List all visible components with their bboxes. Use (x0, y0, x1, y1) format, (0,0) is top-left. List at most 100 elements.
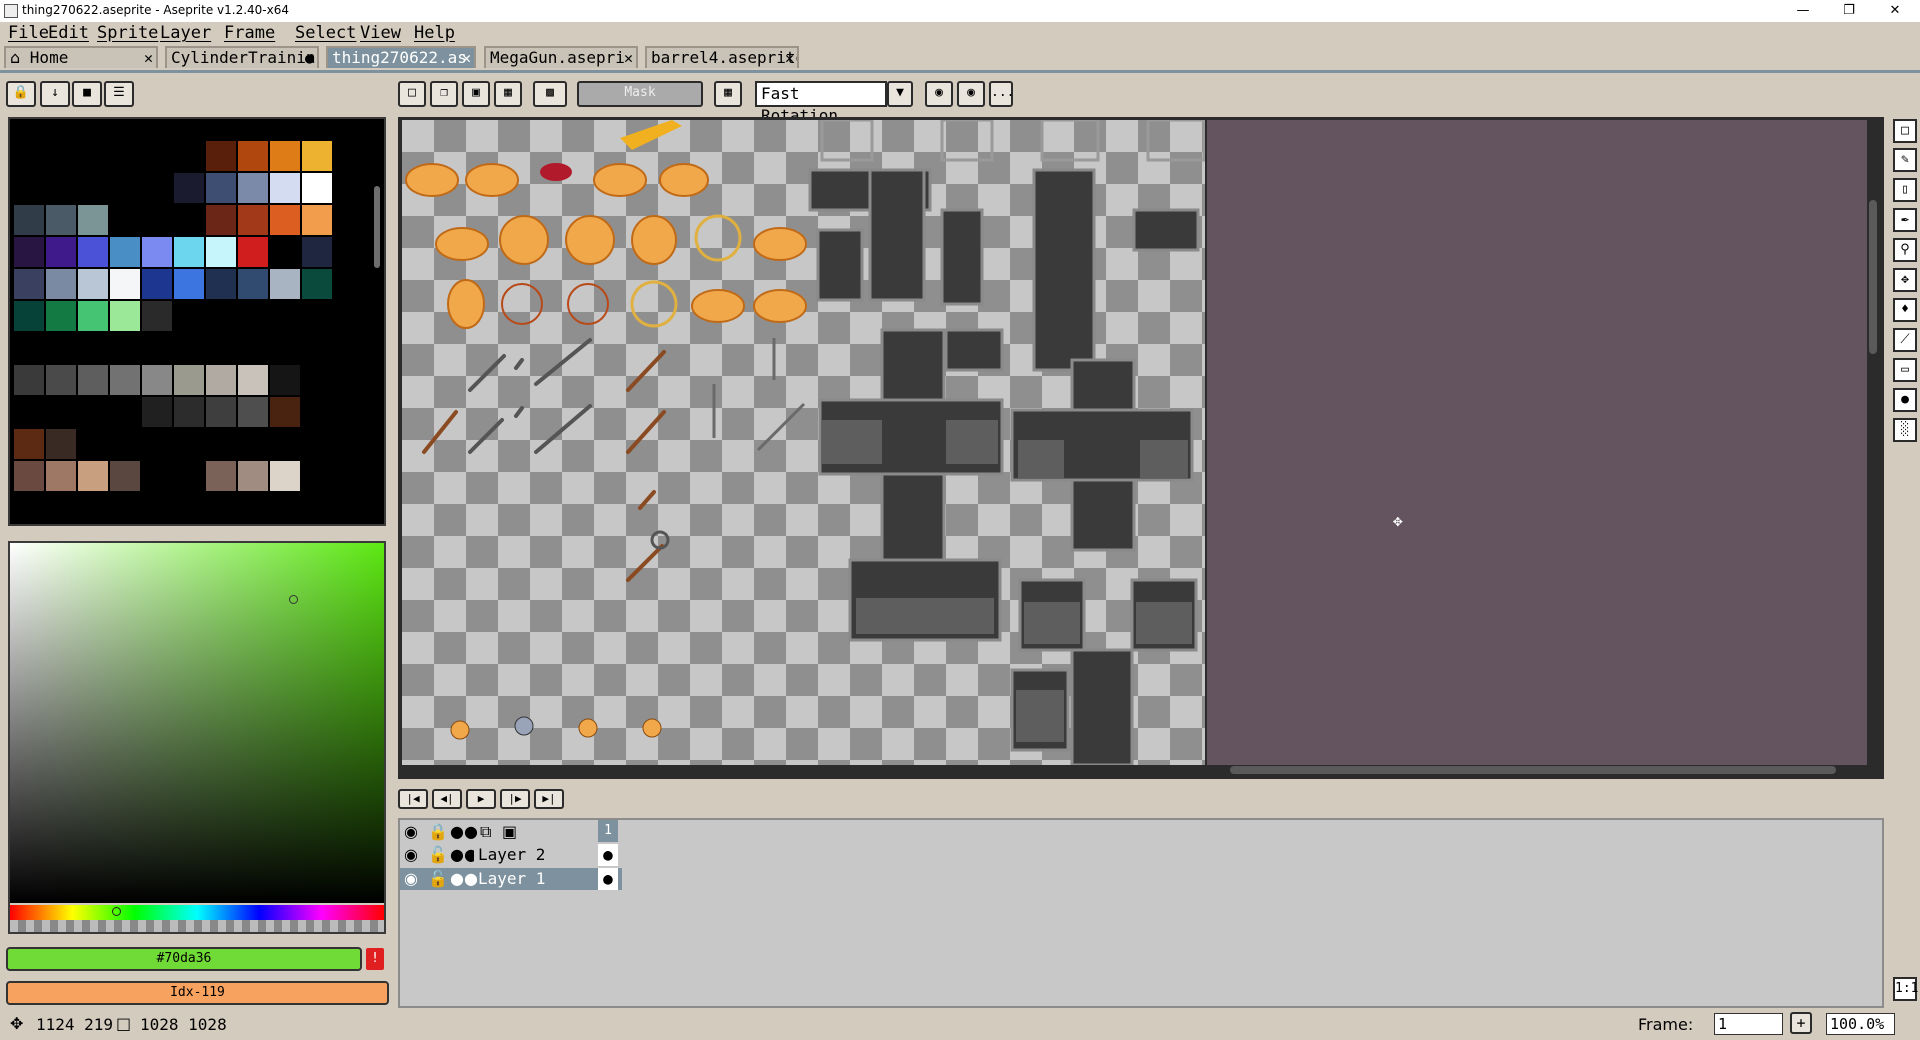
palette-swatch[interactable] (302, 205, 332, 235)
palette-swatch[interactable] (174, 269, 204, 299)
frame-header[interactable]: 1 (598, 820, 618, 842)
palette-swatch[interactable] (238, 269, 268, 299)
restore-button[interactable]: ❐ (1826, 0, 1872, 22)
palette-swatch[interactable] (238, 237, 268, 267)
palette-swatch[interactable] (238, 141, 268, 171)
close-tab-icon[interactable]: ✕ (462, 48, 471, 68)
rectangular-marquee-icon[interactable]: □ (1893, 119, 1917, 143)
frame-input[interactable]: 1 (1714, 1013, 1783, 1035)
menu-layer[interactable]: Layer (160, 22, 211, 44)
layer-row[interactable]: ◉ 🔓 ●● Layer 2 ● (400, 844, 622, 866)
palette-swatch[interactable] (14, 301, 44, 331)
tab-thing270622[interactable]: thing270622.as ✕ (326, 46, 476, 68)
palette-swatch[interactable] (206, 365, 236, 395)
palette-swatch[interactable] (46, 269, 76, 299)
palette-swatch[interactable] (110, 301, 140, 331)
contour-icon[interactable]: ● (1893, 388, 1917, 412)
palette-swatch[interactable] (110, 461, 140, 491)
mask-toggle-button[interactable]: Mask (577, 81, 703, 107)
hue-slider[interactable] (10, 905, 384, 920)
palette-swatch[interactable] (302, 269, 332, 299)
cel-icon[interactable]: ● (598, 868, 618, 890)
selection-intersect-icon[interactable]: ▦ (494, 81, 522, 107)
menu-edit[interactable]: Edit (48, 22, 89, 44)
palette-swatch[interactable] (174, 365, 204, 395)
palette-scrollbar[interactable] (374, 186, 380, 268)
palette-swatch[interactable] (142, 365, 172, 395)
transform-icon[interactable]: ◉ (957, 81, 985, 107)
selection-subtract-icon[interactable]: ▣ (462, 81, 490, 107)
menu-file[interactable]: File (8, 22, 49, 44)
palette-presets-icon[interactable]: ■ (72, 81, 102, 107)
palette-swatch[interactable] (238, 173, 268, 203)
saturation-value-area[interactable] (10, 543, 384, 903)
palette-swatch[interactable] (46, 461, 76, 491)
lock-icon[interactable]: 🔓 (428, 845, 448, 864)
palette-swatch[interactable] (206, 205, 236, 235)
palette-options-icon[interactable]: ☰ (104, 81, 134, 107)
onion-skin-icon[interactable]: ●● (450, 822, 478, 841)
close-tab-icon[interactable]: ✕ (785, 48, 794, 68)
palette-swatch[interactable] (142, 237, 172, 267)
palette-swatch[interactable] (110, 269, 140, 299)
zoom-input[interactable]: 100.0% (1826, 1013, 1895, 1035)
palette-swatch[interactable] (174, 237, 204, 267)
palette-sort-icon[interactable]: ↓ (40, 81, 70, 107)
palette-swatch[interactable] (302, 173, 332, 203)
palette-swatch[interactable] (206, 461, 236, 491)
layer-name[interactable]: Layer 2 (474, 844, 600, 866)
palette-swatch[interactable] (174, 397, 204, 427)
modified-dot-icon[interactable]: ● (305, 48, 314, 68)
palette-swatch[interactable] (238, 461, 268, 491)
last-frame-icon[interactable]: ▶| (534, 789, 564, 809)
rectangle-icon[interactable]: ▭ (1893, 358, 1917, 382)
palette-swatch[interactable] (270, 173, 300, 203)
cel-icon[interactable]: ● (598, 844, 618, 866)
background-color-field[interactable]: Idx-119 (6, 981, 389, 1005)
blur-icon[interactable]: ░ (1893, 418, 1917, 442)
add-frame-icon[interactable]: + (1790, 1012, 1812, 1034)
first-frame-icon[interactable]: |◀ (398, 789, 428, 809)
palette-swatch[interactable] (110, 237, 140, 267)
palette-swatch[interactable] (270, 461, 300, 491)
selection-replace-icon[interactable]: □ (398, 81, 426, 107)
palette-swatch[interactable] (238, 397, 268, 427)
menu-help[interactable]: Help (414, 22, 455, 44)
palette-swatch[interactable] (206, 141, 236, 171)
one-to-one-button[interactable]: 1:1 (1893, 977, 1918, 1001)
menu-select[interactable]: Select (295, 22, 356, 44)
menu-sprite[interactable]: Sprite (97, 22, 158, 44)
palette-swatch[interactable] (78, 301, 108, 331)
palette-swatch[interactable] (14, 365, 44, 395)
palette-swatch[interactable] (46, 301, 76, 331)
selection-add-icon[interactable]: ❐ (430, 81, 458, 107)
tab-cylindertraining[interactable]: CylinderTrainin ● (165, 46, 319, 68)
palette-swatch[interactable] (206, 173, 236, 203)
tab-barrel4[interactable]: barrel4.asepritе ✕ (645, 46, 799, 68)
canvas-outside-area[interactable]: ✥ (1207, 120, 1867, 765)
palette-swatch[interactable] (78, 461, 108, 491)
tab-megagun[interactable]: MegaGun.asepri ✕ (484, 46, 638, 68)
previous-frame-icon[interactable]: ◀| (432, 789, 462, 809)
paint-bucket-icon[interactable]: ♦ (1893, 298, 1917, 322)
palette-swatch[interactable] (302, 141, 332, 171)
palette-swatch[interactable] (270, 205, 300, 235)
more-options-button[interactable]: ... (989, 81, 1014, 107)
palette-swatch[interactable] (302, 237, 332, 267)
palette-swatch[interactable] (142, 269, 172, 299)
palette-swatch[interactable] (78, 205, 108, 235)
next-frame-icon[interactable]: |▶ (500, 789, 530, 809)
hue-cursor[interactable] (112, 907, 121, 916)
layer-row-selected[interactable]: ◉ 🔓 ●● Layer 1 ● (400, 868, 622, 890)
palette-swatch[interactable] (46, 429, 76, 459)
close-tab-icon[interactable]: ✕ (624, 48, 633, 68)
palette-swatch[interactable] (46, 365, 76, 395)
rotation-algorithm-select[interactable]: Fast Rotation (755, 81, 887, 125)
menu-frame[interactable]: Frame (224, 22, 275, 44)
link-cels-icon[interactable]: ⧉ (480, 822, 491, 842)
layer-options-icon[interactable]: ▣ (502, 822, 517, 841)
palette-swatch[interactable] (110, 365, 140, 395)
palette-swatch[interactable] (142, 301, 172, 331)
drag-drop-pixels-icon[interactable]: ◉ (925, 81, 953, 107)
play-icon[interactable]: ▶ (466, 789, 496, 809)
